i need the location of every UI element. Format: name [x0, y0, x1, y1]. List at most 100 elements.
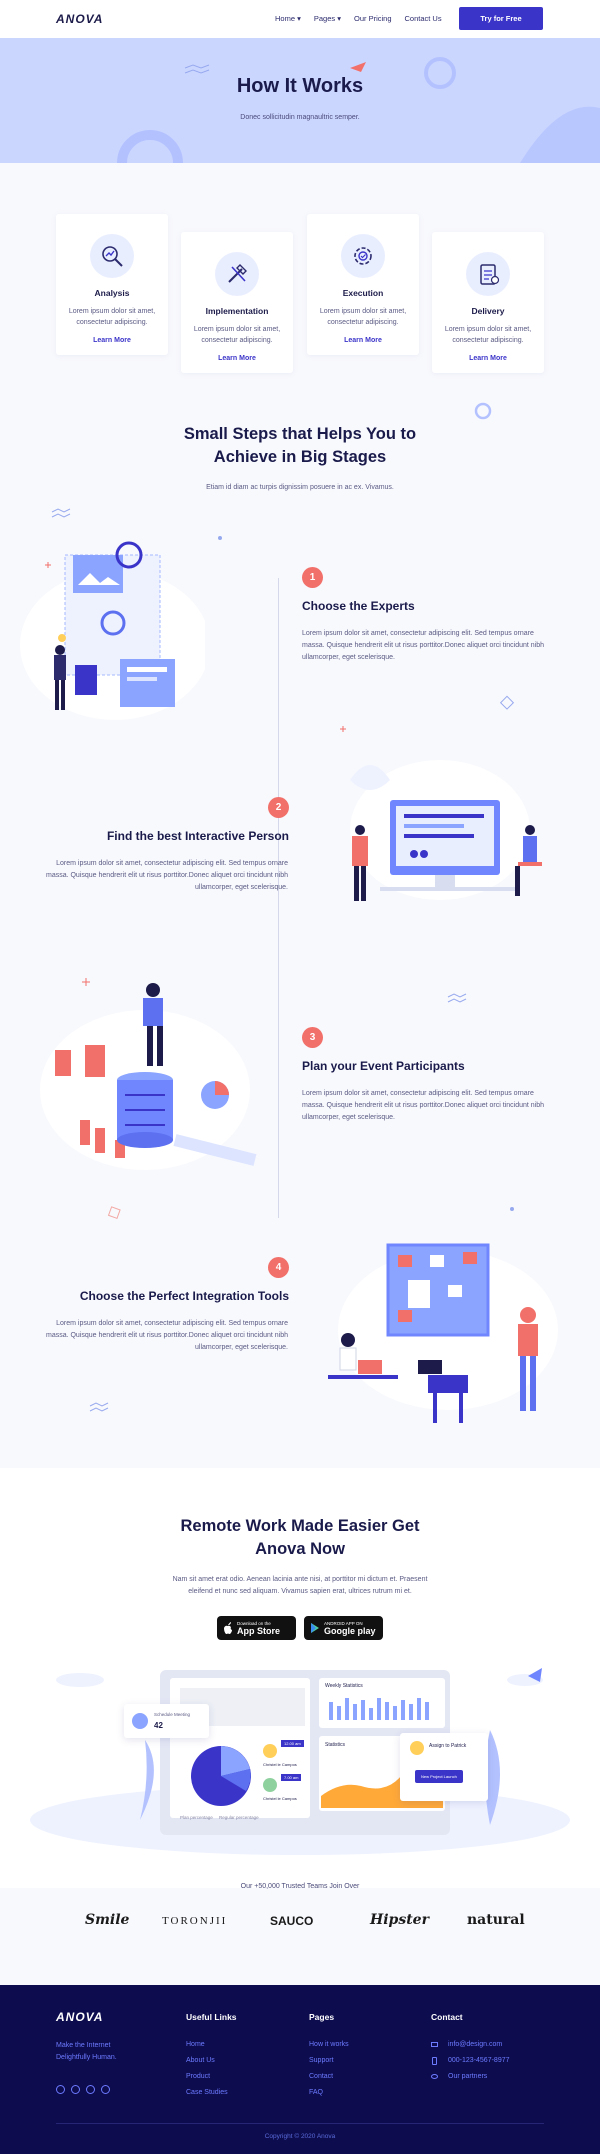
feature-title: Execution: [342, 288, 384, 298]
weekly-stats-panel: Weekly Statistics: [319, 1678, 445, 1728]
app-title-line1: Remote Work Made Easier Get: [180, 1517, 420, 1535]
feature-card-analysis[interactable]: Analysis Lorem ipsum dolor sit amet, con…: [56, 214, 168, 355]
footer-link-about[interactable]: About Us: [186, 2057, 215, 2064]
schedule-label: Schedule Meeting: [154, 1712, 191, 1717]
section-decoration: [474, 402, 492, 420]
pie-chart: [190, 1745, 252, 1807]
feature-text: Lorem ipsum dolor sit amet, consectetur …: [193, 326, 281, 344]
hero-decoration: [117, 57, 600, 163]
magnifier-chart-icon: [90, 234, 134, 278]
time-badge: 12.00 am: [281, 1740, 304, 1747]
useful-links-heading: Useful Links: [186, 2012, 237, 2022]
eye-icon: [431, 2074, 438, 2079]
brand-sauco: SAUCO: [270, 1914, 314, 1928]
footer-tag-line2: Delightfully Human.: [56, 2054, 117, 2061]
footer-tagline: Make the Internet Delightfully Human.: [56, 2040, 136, 2064]
page-title: How It Works: [236, 75, 364, 97]
feature-title: Implementation: [205, 306, 269, 316]
scattered-decorations: [45, 508, 515, 1412]
calendar-icon: [132, 1713, 148, 1729]
google-play-label: Google play: [324, 1625, 376, 1636]
steps-section-subtitle: Etiam id diam ac turpis dignissim posuer…: [206, 484, 394, 491]
nav-links: Home ▾ Pages ▾ Our Pricing Contact Us: [275, 14, 442, 23]
feature-text: Lorem ipsum dolor sit amet, consectetur …: [444, 326, 532, 344]
nav-pages[interactable]: Pages ▾: [314, 14, 341, 23]
mail-icon: [431, 2042, 438, 2047]
app-text-line1: Nam sit amet erat odio. Aenean lacinia a…: [172, 1576, 428, 1583]
chart-legend: Plan percentage Regular percentage: [180, 1815, 259, 1820]
brand-logo[interactable]: ANOVA: [56, 12, 103, 26]
google-play-button[interactable]: ANDROID APP ON Google play: [304, 1616, 383, 1640]
legend-regular: Regular percentage: [219, 1815, 259, 1820]
linkedin-icon[interactable]: [86, 2085, 95, 2094]
footer-link-product[interactable]: Product: [186, 2073, 210, 2080]
steps-title-line1: Small Steps that Helps You to: [183, 425, 417, 443]
steps-section-title: Small Steps that Helps You to Achieve in…: [0, 423, 600, 469]
contact-heading: Contact: [431, 2012, 463, 2022]
footer-link-support[interactable]: Support: [309, 2057, 334, 2064]
gear-icon: [341, 234, 385, 278]
feature-card-implementation[interactable]: Implementation Lorem ipsum dolor sit ame…: [181, 232, 293, 373]
footer: ANOVA Make the Internet Delightfully Hum…: [0, 1985, 600, 2154]
time-badge: 7.00 am: [281, 1774, 302, 1781]
footer-link-case-studies[interactable]: Case Studies: [186, 2089, 228, 2096]
page: ANOVA Home ▾ Pages ▾ Our Pricing Contact…: [0, 0, 600, 2154]
brand-natural: natural: [467, 1912, 525, 1928]
footer-phone[interactable]: 000-123-4567-8977: [448, 2057, 510, 2064]
person-name: Christel le Campos: [263, 1796, 297, 1801]
steps-title-line2: Achieve in Big Stages: [213, 448, 387, 466]
feature-card-execution[interactable]: Execution Lorem ipsum dolor sit amet, co…: [307, 214, 419, 355]
trusted-text: Our +50,000 Trusted Teams Join Over: [240, 1883, 360, 1890]
hero-banner: How It Works Donec sollicitudin magnault…: [0, 38, 600, 163]
learn-more-link[interactable]: Learn More: [56, 337, 168, 344]
facebook-icon[interactable]: [56, 2085, 65, 2094]
learn-more-link[interactable]: Learn More: [181, 355, 293, 362]
brand-hipster: Hipster: [370, 1912, 429, 1928]
footer-logo[interactable]: ANOVA: [56, 2010, 103, 2024]
footer-link-home[interactable]: Home: [186, 2041, 205, 2048]
new-project-button[interactable]: New Project Launch: [415, 1770, 463, 1783]
feature-title: Analysis: [94, 288, 130, 298]
apple-icon: [224, 1622, 232, 1634]
app-store-button[interactable]: Download on the App Store: [217, 1616, 296, 1640]
footer-link-faq[interactable]: FAQ: [309, 2089, 323, 2096]
try-free-button[interactable]: Try for Free: [459, 7, 543, 30]
app-title-line2: Anova Now: [255, 1540, 345, 1558]
avatar: [263, 1744, 277, 1758]
assign-label: Assign to Patrick: [429, 1743, 467, 1749]
legend-plan: Plan percentage: [180, 1815, 213, 1820]
nav-home[interactable]: Home ▾: [275, 14, 301, 23]
footer-tag-line1: Make the Internet: [56, 2042, 111, 2049]
instagram-icon[interactable]: [101, 2085, 110, 2094]
assign-card: Assign to Patrick New Project Launch: [400, 1733, 488, 1801]
footer-link-contact[interactable]: Contact: [309, 2073, 333, 2080]
avatar: [410, 1741, 424, 1755]
footer-divider: [56, 2123, 544, 2124]
twitter-icon[interactable]: [71, 2085, 80, 2094]
checklist-icon: [466, 252, 510, 296]
app-section-title: Remote Work Made Easier Get Anova Now: [0, 1515, 600, 1561]
tools-icon: [215, 252, 259, 296]
nav-contact[interactable]: Contact Us: [405, 14, 442, 23]
copyright: Copyright © 2020 Anova: [264, 2133, 336, 2140]
learn-more-link[interactable]: Learn More: [432, 355, 544, 362]
app-text-line2: eleifend et nunc sed aliquam. Vivamus sa…: [188, 1588, 412, 1595]
pages-heading: Pages: [309, 2012, 335, 2022]
footer-link-how-it-works[interactable]: How it works: [309, 2041, 349, 2048]
brand-toronjii: TORONJII: [162, 1915, 228, 1927]
learn-more-link[interactable]: Learn More: [307, 337, 419, 344]
schedule-value: 42: [154, 1721, 163, 1730]
feature-text: Lorem ipsum dolor sit amet, consectetur …: [319, 308, 407, 326]
footer-email[interactable]: info@design.com: [448, 2041, 502, 2048]
weekly-bars: [329, 1698, 429, 1720]
footer-partners[interactable]: Our partners: [448, 2073, 487, 2080]
hero-subtitle: Donec sollicitudin magnaultric semper.: [240, 114, 360, 121]
schedule-meeting-card: Schedule Meeting 42: [124, 1704, 209, 1738]
person-name: Christel le Campos: [263, 1762, 297, 1767]
nav-pricing[interactable]: Our Pricing: [354, 14, 392, 23]
feature-card-delivery[interactable]: Delivery Lorem ipsum dolor sit amet, con…: [432, 232, 544, 373]
top-navbar: ANOVA Home ▾ Pages ▾ Our Pricing Contact…: [0, 0, 600, 38]
people-list: 12.00 am Christel le Campos 7.00 am Chri…: [259, 1740, 309, 1810]
phone-icon: [432, 2057, 437, 2065]
brand-smile: Smile: [85, 1912, 130, 1928]
